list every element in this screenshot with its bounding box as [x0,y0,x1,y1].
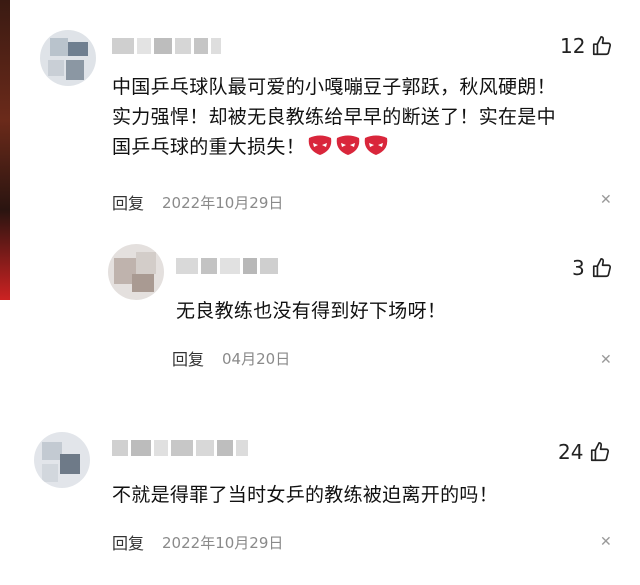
close-icon[interactable]: ✕ [600,534,612,550]
close-icon[interactable]: ✕ [600,192,612,208]
reply-meta: 回复 04月20日 [172,346,290,370]
reply-button[interactable]: 回复 [112,190,144,214]
thumbs-up-icon[interactable] [589,441,611,463]
comment-date: 2022年10月29日 [162,193,284,212]
angry-face-icon [336,135,360,155]
comment-meta: 回复 2022年10月29日 [112,190,283,214]
comment-date: 04月20日 [222,349,291,368]
username-blurred[interactable] [176,258,278,274]
username-blurred[interactable] [112,440,248,456]
like-count[interactable]: 24 [558,440,611,464]
avatar[interactable] [34,432,90,488]
like-count[interactable]: 12 [560,34,613,58]
username-blurred[interactable] [112,38,221,54]
like-count[interactable]: 3 [572,256,613,280]
comment-body: 中国乒乓球队最可爱的小嘎嘣豆子郭跃，秋风硬朗！ 实力强悍！却被无良教练给早早的断… [112,72,612,162]
thumbs-up-icon[interactable] [591,35,613,57]
reply-button[interactable]: 回复 [172,346,204,370]
avatar[interactable] [108,244,164,300]
reply-body: 无良教练也没有得到好下场呀！ [176,300,447,322]
comment-line: 国乒乓球的重大损失！ [112,132,612,162]
avatar[interactable] [40,30,96,86]
comment-meta: 回复 2022年10月29日 [112,530,283,554]
adjacent-image-edge [0,0,10,300]
reply-button[interactable]: 回复 [112,530,144,554]
like-count-number: 24 [558,440,584,464]
comment-line-text: 国乒乓球的重大损失！ [112,136,306,158]
angry-face-icon [308,135,332,155]
comment-line: 中国乒乓球队最可爱的小嘎嘣豆子郭跃，秋风硬朗！ [112,76,556,98]
comment-date: 2022年10月29日 [162,533,284,552]
comment-line: 实力强悍！却被无良教练给早早的断送了！实在是中 [112,106,556,128]
close-icon[interactable]: ✕ [600,352,612,368]
like-count-number: 12 [560,34,586,58]
thumbs-up-icon[interactable] [591,257,613,279]
comment-body: 不就是得罪了当时女乒的教练被迫离开的吗！ [112,484,499,506]
angry-face-icon [364,135,388,155]
like-count-number: 3 [572,256,585,280]
